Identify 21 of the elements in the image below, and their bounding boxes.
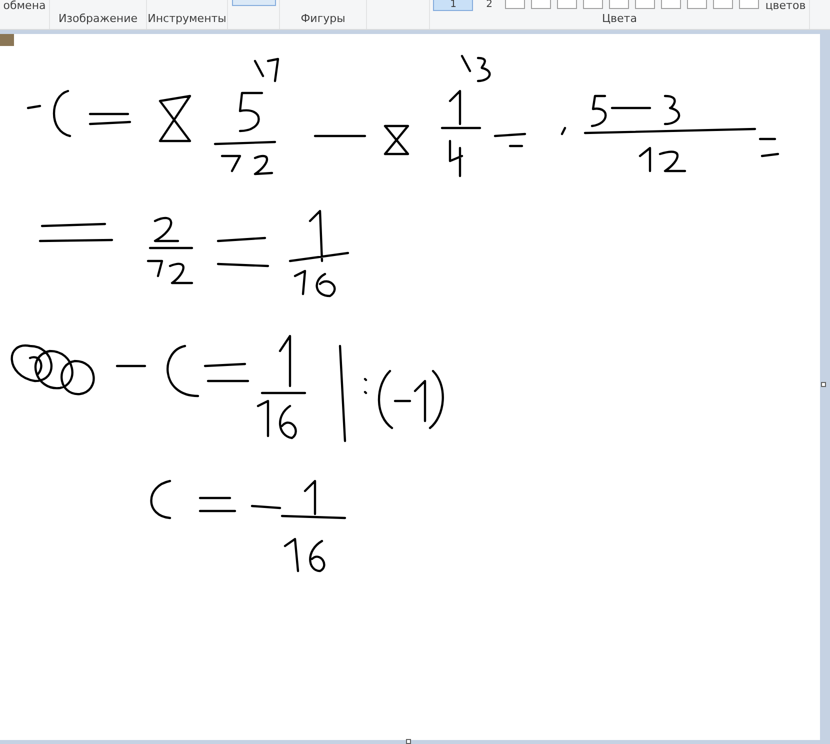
resize-handle[interactable]	[821, 382, 826, 387]
color-swatch[interactable]	[557, 0, 578, 9]
color-swatch[interactable]	[687, 0, 708, 9]
group-label: Фигуры	[300, 10, 346, 26]
group-label: Изображение	[58, 10, 138, 26]
color-swatch[interactable]	[713, 0, 734, 9]
canvas-corner-icon	[0, 34, 14, 46]
color-swatch[interactable]	[609, 0, 630, 9]
ribbon-button-label[interactable]: обмена	[3, 0, 46, 11]
resize-handle[interactable]	[406, 739, 411, 744]
color-swatch[interactable]	[505, 0, 526, 9]
color-swatch[interactable]	[661, 0, 682, 9]
group-label: Цвета	[602, 11, 637, 27]
color-swatch[interactable]	[739, 0, 760, 9]
color-swatch[interactable]	[531, 0, 552, 9]
color-selector-button[interactable]: 1	[433, 0, 474, 11]
color-swatch[interactable]	[635, 0, 656, 9]
ribbon-button-label[interactable]: цветов	[765, 0, 806, 11]
group-label: Инструменты	[148, 10, 226, 26]
shape-tool-button[interactable]	[232, 0, 276, 6]
color-swatch[interactable]	[583, 0, 604, 9]
